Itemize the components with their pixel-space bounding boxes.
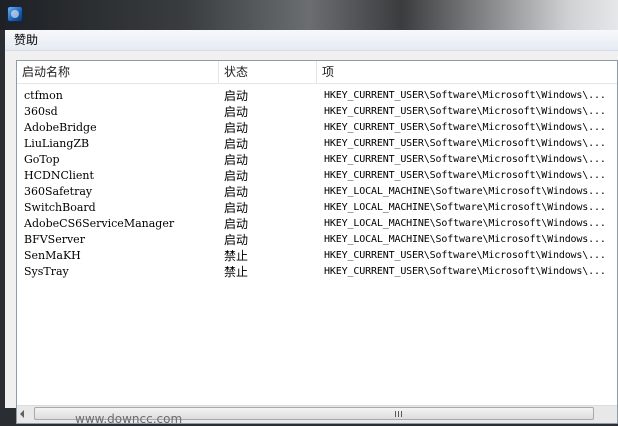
row-registry-key: HKEY_LOCAL_MACHINE\Software\Microsoft\Wi… — [324, 234, 606, 245]
row-status: 禁止 — [224, 265, 249, 279]
list-header: 启动名称 状态 项 — [17, 61, 617, 84]
row-registry-key: HKEY_CURRENT_USER\Software\Microsoft\Win… — [324, 138, 606, 149]
table-row[interactable]: AdobeBridge 启动 HKEY_CURRENT_USER\Softwar… — [17, 120, 617, 136]
row-status: 启动 — [224, 153, 249, 167]
row-name: ctfmon — [24, 89, 63, 102]
row-name: 360sd — [24, 105, 58, 118]
table-row[interactable]: SysTray 禁止 HKEY_CURRENT_USER\Software\Mi… — [17, 264, 617, 280]
row-registry-key: HKEY_LOCAL_MACHINE\Software\Microsoft\Wi… — [324, 202, 606, 213]
row-name: 360Safetray — [24, 185, 93, 198]
row-status: 禁止 — [224, 249, 249, 263]
title-bar — [0, 0, 618, 30]
row-registry-key: HKEY_CURRENT_USER\Software\Microsoft\Win… — [324, 266, 606, 277]
row-status: 启动 — [224, 137, 249, 151]
column-header-name[interactable]: 启动名称 — [17, 61, 219, 83]
row-name: LiuLiangZB — [24, 137, 90, 150]
table-row[interactable]: HCDNClient 启动 HKEY_CURRENT_USER\Software… — [17, 168, 617, 184]
row-registry-key: HKEY_CURRENT_USER\Software\Microsoft\Win… — [324, 122, 606, 133]
list-rows: ctfmon 启动 HKEY_CURRENT_USER\Software\Mic… — [17, 88, 617, 280]
scroll-left-arrow-icon[interactable] — [20, 410, 24, 418]
row-name: AdobeCS6ServiceManager — [24, 217, 175, 230]
table-row[interactable]: BFVServer 启动 HKEY_LOCAL_MACHINE\Software… — [17, 232, 617, 248]
row-name: SwitchBoard — [24, 201, 96, 214]
app-icon[interactable] — [7, 6, 23, 22]
row-status: 启动 — [224, 105, 249, 119]
table-row[interactable]: ctfmon 启动 HKEY_CURRENT_USER\Software\Mic… — [17, 88, 617, 104]
row-status: 启动 — [224, 201, 249, 215]
row-status: 启动 — [224, 233, 249, 247]
row-status: 启动 — [224, 185, 249, 199]
table-row[interactable]: 360sd 启动 HKEY_CURRENT_USER\Software\Micr… — [17, 104, 617, 120]
row-status: 启动 — [224, 121, 249, 135]
row-registry-key: HKEY_CURRENT_USER\Software\Microsoft\Win… — [324, 170, 606, 181]
row-status: 启动 — [224, 169, 249, 183]
column-header-status[interactable]: 状态 — [219, 61, 317, 83]
main-window: 赞助 启动名称 状态 项 ctfmon 启动 HKEY_CURRENT_USER… — [5, 30, 618, 426]
startup-list[interactable]: 启动名称 状态 项 ctfmon 启动 HKEY_CURRENT_USER\So… — [16, 60, 618, 424]
row-name: BFVServer — [24, 233, 85, 246]
scrollbar-grip-icon — [395, 411, 404, 417]
table-row[interactable]: SwitchBoard 启动 HKEY_LOCAL_MACHINE\Softwa… — [17, 200, 617, 216]
row-name: GoTop — [24, 153, 60, 166]
column-header-item[interactable]: 项 — [317, 61, 617, 83]
row-registry-key: HKEY_CURRENT_USER\Software\Microsoft\Win… — [324, 154, 606, 165]
row-registry-key: HKEY_CURRENT_USER\Software\Microsoft\Win… — [324, 250, 606, 261]
row-name: SenMaKH — [24, 249, 81, 262]
row-registry-key: HKEY_LOCAL_MACHINE\Software\Microsoft\Wi… — [324, 218, 606, 229]
row-name: SysTray — [24, 265, 69, 278]
row-name: HCDNClient — [24, 169, 94, 182]
table-row[interactable]: 360Safetray 启动 HKEY_LOCAL_MACHINE\Softwa… — [17, 184, 617, 200]
watermark-text: www.downcc.com — [75, 412, 183, 426]
row-registry-key: HKEY_CURRENT_USER\Software\Microsoft\Win… — [324, 90, 606, 101]
table-row[interactable]: GoTop 启动 HKEY_CURRENT_USER\Software\Micr… — [17, 152, 617, 168]
table-row[interactable]: AdobeCS6ServiceManager 启动 HKEY_LOCAL_MAC… — [17, 216, 617, 232]
row-name: AdobeBridge — [24, 121, 97, 134]
menu-sponsor[interactable]: 赞助 — [11, 32, 41, 48]
row-registry-key: HKEY_LOCAL_MACHINE\Software\Microsoft\Wi… — [324, 186, 606, 197]
menu-bar: 赞助 — [5, 30, 618, 51]
row-status: 启动 — [224, 89, 249, 103]
table-row[interactable]: SenMaKH 禁止 HKEY_CURRENT_USER\Software\Mi… — [17, 248, 617, 264]
row-registry-key: HKEY_CURRENT_USER\Software\Microsoft\Win… — [324, 106, 606, 117]
table-row[interactable]: LiuLiangZB 启动 HKEY_CURRENT_USER\Software… — [17, 136, 617, 152]
row-status: 启动 — [224, 217, 249, 231]
